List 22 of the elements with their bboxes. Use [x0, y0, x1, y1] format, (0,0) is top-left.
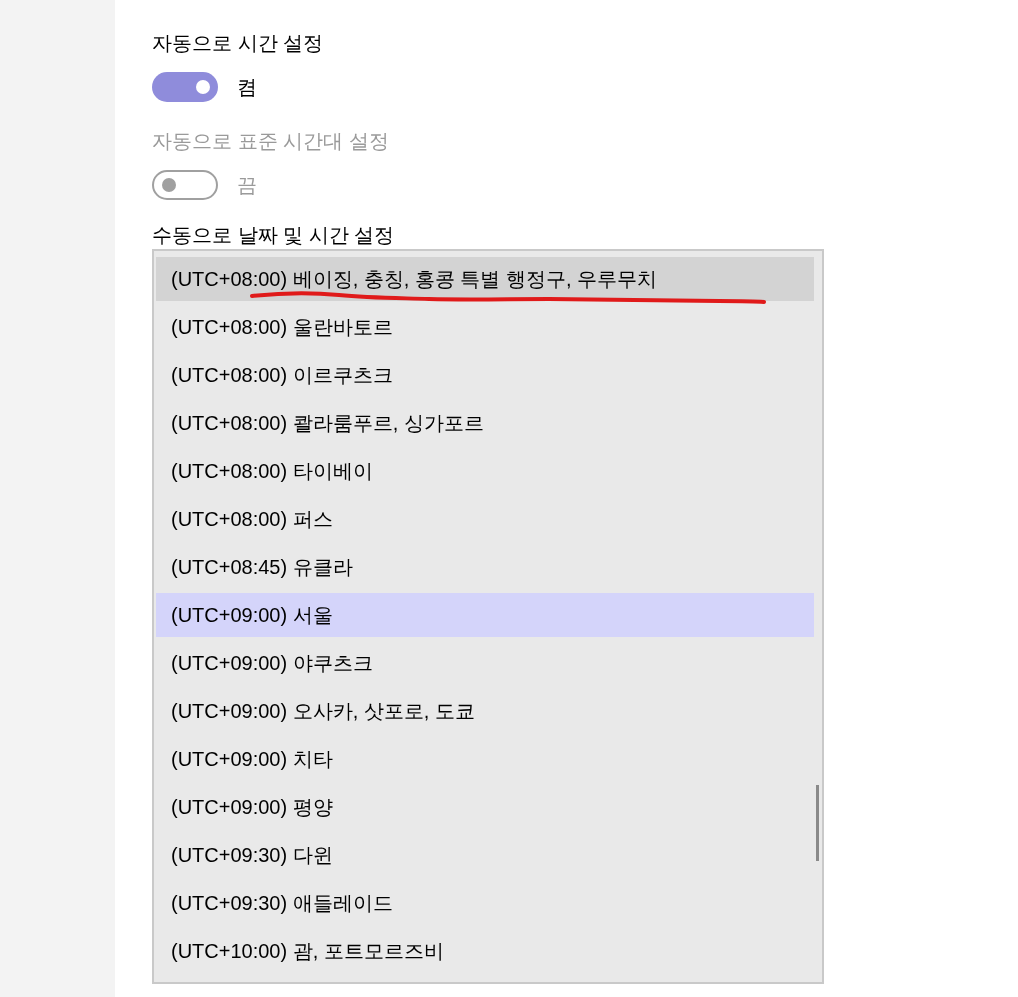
toggle-state-label: 끔 — [237, 173, 257, 198]
timezone-option[interactable]: (UTC+09:30) 다윈 — [156, 833, 814, 877]
setting-title: 자동으로 표준 시간대 설정 — [152, 129, 389, 154]
timezone-option[interactable]: (UTC+10:00) 괌, 포트모르즈비 — [156, 929, 814, 973]
scrollbar-thumb[interactable] — [816, 785, 819, 861]
timezone-option[interactable]: (UTC+09:00) 서울 — [156, 593, 814, 637]
timezone-option[interactable]: (UTC+08:00) 퍼스 — [156, 497, 814, 541]
timezone-option[interactable]: (UTC+08:00) 베이징, 충칭, 홍콩 특별 행정구, 우루무치 — [156, 257, 814, 301]
timezone-option[interactable]: (UTC+09:00) 오사카, 삿포로, 도쿄 — [156, 689, 814, 733]
timezone-option[interactable]: (UTC+08:00) 이르쿠츠크 — [156, 353, 814, 397]
timezone-option[interactable]: (UTC+08:00) 울란바토르 — [156, 305, 814, 349]
toggle-state-label: 켬 — [237, 75, 257, 100]
setting-title: 자동으로 시간 설정 — [152, 31, 324, 56]
timezone-option[interactable]: (UTC+09:00) 야쿠츠크 — [156, 641, 814, 685]
section-title: 수동으로 날짜 및 시간 설정 — [152, 223, 395, 248]
toggle-switch[interactable] — [152, 72, 218, 102]
timezone-option[interactable]: (UTC+08:00) 타이베이 — [156, 449, 814, 493]
timezone-option[interactable]: (UTC+08:45) 유클라 — [156, 545, 814, 589]
timezone-option[interactable]: (UTC+08:00) 콸라룸푸르, 싱가포르 — [156, 401, 814, 445]
timezone-option[interactable]: (UTC+09:00) 치타 — [156, 737, 814, 781]
timezone-option[interactable]: (UTC+09:00) 평양 — [156, 785, 814, 829]
timezone-option[interactable]: (UTC+09:30) 애들레이드 — [156, 881, 814, 925]
